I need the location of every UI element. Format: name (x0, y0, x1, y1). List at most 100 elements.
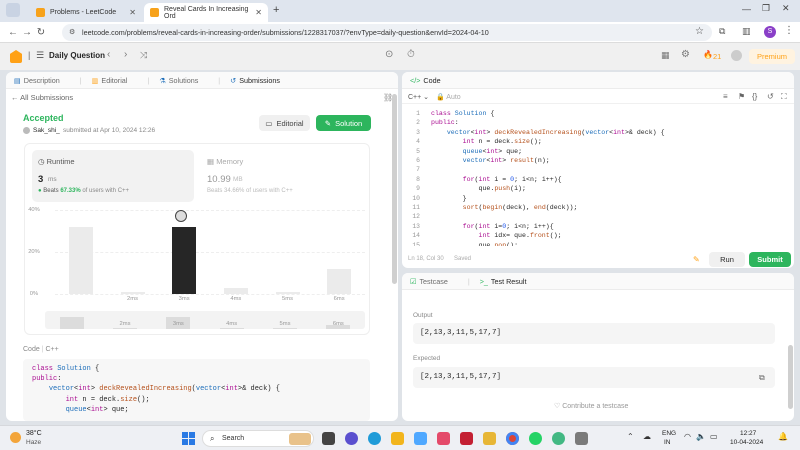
timer-icon[interactable]: ⏱ (407, 49, 415, 60)
url-field[interactable]: ⚙ leetcode.com/problems/reveal-cards-in-… (62, 24, 712, 41)
profile-avatar[interactable]: S (764, 26, 776, 38)
shuffle-icon[interactable]: ⤨ (140, 50, 147, 61)
format-icon[interactable]: ≡ (723, 92, 728, 101)
layout-icon[interactable]: ▦ (661, 50, 670, 61)
input-lang[interactable]: ENG (662, 430, 676, 437)
volume-icon[interactable]: 🔈 (696, 432, 706, 441)
tab-editorial[interactable]: ▥ Editorial (92, 76, 138, 85)
menu-dots-icon[interactable]: ⋮ (784, 25, 794, 36)
taskbar-search-box[interactable]: ⌕ Search (202, 430, 314, 447)
extensions-icon[interactable]: ⧉ (719, 26, 725, 37)
all-submissions-link[interactable]: ← All Submissions (11, 93, 73, 102)
tray-chevron-icon[interactable]: ⌃ (627, 432, 634, 441)
leetcode-logo[interactable] (10, 50, 22, 63)
bookmark-star-icon[interactable]: ☆ (695, 26, 704, 37)
new-tab-icon[interactable]: + (273, 4, 279, 16)
chrome-icon[interactable] (506, 432, 519, 445)
sidebar-icon[interactable]: ▥ (742, 26, 751, 37)
input-region[interactable]: IN (664, 439, 671, 446)
auto-mode[interactable]: 🔒 Auto (436, 93, 461, 101)
close-icon[interactable]: ✕ (129, 8, 136, 17)
user-avatar[interactable] (731, 50, 742, 61)
app-circle-icon[interactable] (552, 432, 565, 445)
folder-icon[interactable] (483, 432, 496, 445)
whatsapp-icon[interactable] (529, 432, 542, 445)
editor-code-area[interactable]: 1 class Solution {2 public: 3 vector<int> d… (402, 110, 794, 246)
tab-submissions[interactable]: ↺ Submissions (230, 76, 290, 85)
contribute-testcase-link[interactable]: ♡ Contribute a testcase (554, 402, 628, 410)
debug-icon[interactable]: ⊙ (385, 49, 393, 60)
clock-date[interactable]: 10-04-2024 (730, 439, 763, 446)
prev-problem-icon[interactable]: ‹ (107, 49, 110, 60)
forward-icon[interactable]: → (20, 27, 34, 38)
submitter-name[interactable]: Sak_shi_ (33, 127, 60, 134)
close-window-icon[interactable]: ✕ (782, 3, 790, 14)
chart-bar[interactable] (327, 268, 352, 294)
notifications-icon[interactable]: 🔔 (778, 432, 788, 441)
editorial-button[interactable]: ▭ Editorial (259, 115, 310, 131)
browser-tab-problems[interactable]: Problems - LeetCode ✕ (30, 3, 142, 22)
task-view-icon[interactable] (322, 432, 335, 445)
tab-testcase[interactable]: ☑ Testcase (410, 277, 458, 286)
code-line: } (431, 194, 467, 202)
tab-solutions[interactable]: ⚗ Solutions (159, 76, 208, 85)
site-info-icon[interactable]: ⚙ (69, 28, 75, 36)
braces-icon[interactable]: {} (752, 92, 757, 101)
back-icon[interactable]: ← (6, 27, 20, 38)
left-scrollbar[interactable] (392, 94, 397, 284)
language-select[interactable]: C++ ⌄ (408, 93, 429, 101)
memory-card[interactable]: ▦ Memory 10.99 MB Beats 34.66% of users … (203, 150, 365, 202)
instagram-icon[interactable] (437, 432, 450, 445)
file-explorer-icon[interactable] (391, 432, 404, 445)
microsoft-store-icon[interactable] (414, 432, 427, 445)
teams-icon[interactable] (345, 432, 358, 445)
saved-status: Saved (454, 256, 472, 262)
tab-test-result[interactable]: >_ Test Result (480, 277, 537, 286)
tab-search-icon[interactable] (6, 3, 20, 17)
cursor-position: Ln 18, Col 30 (408, 256, 444, 262)
run-button[interactable]: Run (709, 252, 745, 267)
submit-button[interactable]: Submit (749, 252, 791, 267)
user-runtime-marker[interactable] (175, 210, 187, 222)
clock-time[interactable]: 12:27 (740, 430, 756, 437)
notes-icon[interactable]: ✎ (693, 255, 700, 264)
daily-question-title[interactable]: Daily Question (49, 51, 105, 60)
fullscreen-icon[interactable]: ⛶ (781, 92, 787, 102)
chart-bar[interactable] (68, 226, 93, 294)
weather-sun-icon[interactable] (10, 432, 21, 443)
chart-range-navigator[interactable]: 2ms 3ms 4ms 5ms 6ms (45, 311, 365, 329)
maximize-icon[interactable]: ❐ (762, 3, 770, 14)
next-problem-icon[interactable]: › (124, 49, 127, 60)
chart-bar[interactable] (120, 291, 145, 294)
tab-description[interactable]: ▤ Description (14, 76, 70, 85)
mcafee-icon[interactable] (460, 432, 473, 445)
chart-bar[interactable] (275, 291, 300, 294)
console-scrollbar[interactable] (788, 345, 793, 409)
chart-bar[interactable] (172, 226, 197, 294)
reload-icon[interactable]: ↻ (34, 27, 48, 38)
onedrive-icon[interactable]: ☁ (643, 432, 651, 441)
close-icon[interactable]: ✕ (255, 8, 262, 17)
chart-bar[interactable] (223, 287, 248, 294)
battery-icon[interactable]: ▭ (710, 432, 718, 441)
edge-icon[interactable] (368, 432, 381, 445)
solution-button[interactable]: ✎ Solution (316, 115, 371, 131)
chart-gridline (55, 210, 365, 211)
problem-list-icon[interactable]: ☰ (36, 50, 44, 61)
browser-tab-active[interactable]: Reveal Cards In Increasing Ord ✕ (144, 3, 268, 22)
copy-icon[interactable]: ⧉ (759, 373, 765, 383)
settings-app-icon[interactable] (575, 432, 588, 445)
expected-label: Expected (413, 355, 441, 362)
minimize-icon[interactable]: — (742, 4, 751, 14)
wifi-icon[interactable]: ◠ (684, 432, 691, 441)
premium-button[interactable]: Premium (749, 49, 795, 64)
bookmark-icon[interactable]: ⚑ (738, 92, 745, 101)
navigator-tick: 6ms (332, 321, 344, 327)
runtime-card[interactable]: ◷ Runtime 3 ms ● Beats 67.33% of users w… (32, 150, 194, 202)
windows-start-icon[interactable] (182, 432, 195, 445)
line-number: 13 (412, 222, 420, 230)
settings-gear-icon[interactable]: ⚙ (681, 49, 690, 60)
left-panel-tabs: ▤ Description | ▥ Editorial | ⚗ Solutions |… (6, 72, 398, 89)
submitted-code-block[interactable]: class Solution {public: vector<int> deck… (23, 359, 370, 421)
reset-icon[interactable]: ↺ (767, 92, 774, 101)
